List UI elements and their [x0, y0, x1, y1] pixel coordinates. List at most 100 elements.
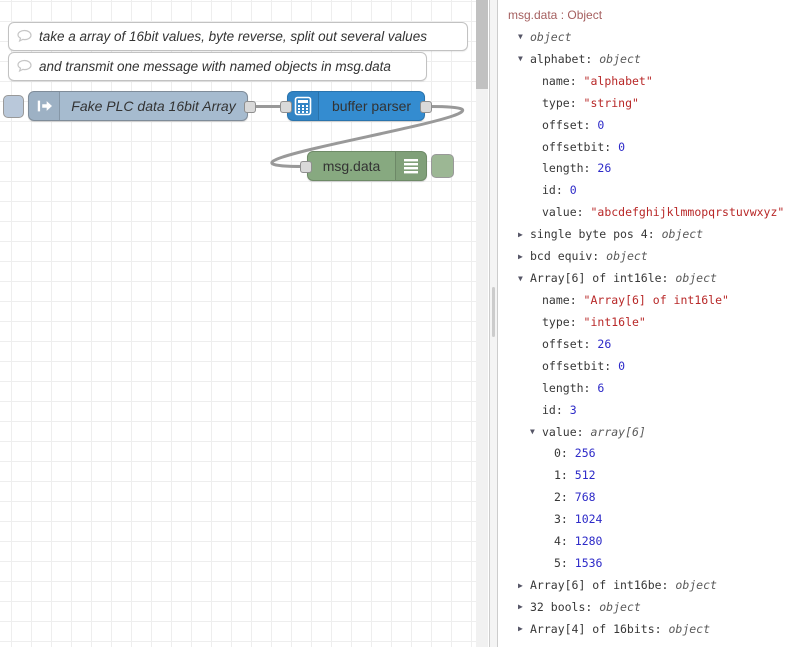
tree-value: 6 — [597, 381, 604, 395]
inject-node[interactable]: Fake PLC data 16bit Array — [28, 91, 248, 121]
debug-node[interactable]: msg.data — [307, 151, 427, 181]
comment-label: take a array of 16bit values, byte rever… — [39, 29, 427, 44]
debug-tree-row: offsetbit: 0 — [499, 136, 806, 158]
tree-key: bcd equiv: — [530, 249, 606, 263]
debug-tree-row[interactable]: ▼alphabet: object — [499, 48, 806, 70]
tree-key: value: — [542, 425, 590, 439]
expand-arrow-icon[interactable]: ▶ — [518, 230, 530, 239]
debug-tree-row: 2: 768 — [499, 486, 806, 508]
buffer-parser-node[interactable]: buffer parser — [287, 91, 425, 121]
tree-value: object — [675, 578, 717, 592]
tree-key: Array[6] of int16be: — [530, 578, 675, 592]
expand-arrow-icon[interactable]: ▶ — [518, 581, 530, 590]
debug-tree-row[interactable]: ▶bcd equiv: object — [499, 245, 806, 267]
collapse-arrow-icon[interactable]: ▼ — [518, 274, 530, 283]
debug-tree-row: offsetbit: 0 — [499, 355, 806, 377]
inject-output-port[interactable] — [244, 101, 256, 113]
tree-value: 0 — [618, 140, 625, 154]
inject-trigger-button[interactable] — [3, 95, 24, 118]
debug-tree-row: 5: 1536 — [499, 552, 806, 574]
debug-tree-row[interactable]: ▶Array[6] of int16be: object — [499, 574, 806, 596]
debug-tree-row[interactable]: ▶Array[4] of 16bits: object — [499, 618, 806, 640]
tree-key: offsetbit: — [542, 359, 618, 373]
tree-key: alphabet: — [530, 52, 599, 66]
debug-tree-row: offset: 0 — [499, 114, 806, 136]
debug-tree-row: name: "alphabet" — [499, 70, 806, 92]
tree-key: 1: — [554, 468, 575, 482]
tree-value: 26 — [597, 161, 611, 175]
debug-tree-row: offset: 26 — [499, 333, 806, 355]
canvas-scrollbar-track[interactable] — [476, 0, 488, 647]
debug-tree-row: value: "abcdefghijklmmopqrstuvwxyz" — [499, 201, 806, 223]
tree-key: length: — [542, 161, 597, 175]
debug-tree-row[interactable]: ▶single byte pos 4: object — [499, 223, 806, 245]
tree-value: 0 — [618, 359, 625, 373]
tree-value: object — [599, 600, 641, 614]
tree-value: 1024 — [575, 512, 603, 526]
tree-key: 32 bools: — [530, 600, 599, 614]
tree-value: 1280 — [575, 534, 603, 548]
tree-key: 0: — [554, 446, 575, 460]
flow-canvas[interactable]: take a array of 16bit values, byte rever… — [0, 0, 476, 647]
tree-key: length: — [542, 381, 597, 395]
canvas-scrollbar-thumb[interactable] — [476, 0, 488, 89]
debug-tree-row: 0: 256 — [499, 443, 806, 465]
debug-tree-row: 3: 1024 — [499, 508, 806, 530]
tree-key: id: — [542, 403, 570, 417]
tree-key: 2: — [554, 490, 575, 504]
tree-value: "string" — [584, 96, 639, 110]
tree-key: name: — [542, 293, 584, 307]
tree-key: type: — [542, 315, 584, 329]
collapse-arrow-icon[interactable]: ▼ — [530, 427, 542, 436]
tree-value: 0 — [570, 183, 577, 197]
debug-tree-row: id: 3 — [499, 399, 806, 421]
expand-arrow-icon[interactable]: ▶ — [518, 602, 530, 611]
debug-sidebar: msg.data : Object ▼object▼alphabet: obje… — [499, 0, 806, 647]
debug-tree-row: length: 6 — [499, 377, 806, 399]
parser-input-port[interactable] — [280, 101, 292, 113]
parser-output-port[interactable] — [420, 101, 432, 113]
debug-tree-row[interactable]: ▼value: array[6] — [499, 421, 806, 443]
tree-key: single byte pos 4: — [530, 227, 662, 241]
tree-key: 5: — [554, 556, 575, 570]
tree-key: Array[6] of int16le: — [530, 271, 675, 285]
inject-node-label: Fake PLC data 16bit Array — [60, 98, 247, 114]
tree-key: offsetbit: — [542, 140, 618, 154]
tree-key: offset: — [542, 118, 597, 132]
collapse-arrow-icon[interactable]: ▼ — [518, 32, 530, 41]
tree-key: Array[4] of 16bits: — [530, 622, 668, 636]
tree-value: 26 — [597, 337, 611, 351]
tree-value: 256 — [575, 446, 596, 460]
tree-value: "Array[6] of int16le" — [584, 293, 729, 307]
tree-key: 3: — [554, 512, 575, 526]
tree-value: 0 — [597, 118, 604, 132]
tree-value: array[6] — [590, 425, 645, 439]
tree-value: 768 — [575, 490, 596, 504]
debug-object-tree: ▼object▼alphabet: objectname: "alphabet"… — [499, 26, 806, 640]
debug-tree-row[interactable]: ▼Array[6] of int16le: object — [499, 267, 806, 289]
separator-grip-handle[interactable] — [492, 287, 495, 337]
tree-value: 3 — [570, 403, 577, 417]
expand-arrow-icon[interactable]: ▶ — [518, 624, 530, 633]
tree-key: 4: — [554, 534, 575, 548]
comment-node-1[interactable]: take a array of 16bit values, byte rever… — [8, 22, 468, 51]
inject-arrow-icon — [29, 92, 60, 120]
tree-value: object — [668, 622, 710, 636]
sidebar-separator[interactable] — [489, 0, 498, 647]
comment-node-2[interactable]: and transmit one message with named obje… — [8, 52, 427, 81]
debug-tree-row: length: 26 — [499, 158, 806, 180]
debug-tree-row: 1: 512 — [499, 464, 806, 486]
debug-toggle-button[interactable] — [431, 154, 454, 178]
expand-arrow-icon[interactable]: ▶ — [518, 252, 530, 261]
debug-input-port[interactable] — [300, 161, 312, 173]
collapse-arrow-icon[interactable]: ▼ — [518, 54, 530, 63]
debug-tree-row: type: "string" — [499, 92, 806, 114]
tree-key: type: — [542, 96, 584, 110]
tree-key: id: — [542, 183, 570, 197]
tree-value: object — [599, 52, 641, 66]
tree-value: 512 — [575, 468, 596, 482]
debug-message-path[interactable]: msg.data : Object — [508, 8, 602, 22]
debug-tree-row[interactable]: ▶32 bools: object — [499, 596, 806, 618]
tree-key: value: — [542, 205, 590, 219]
debug-tree-row[interactable]: ▼object — [499, 26, 806, 48]
